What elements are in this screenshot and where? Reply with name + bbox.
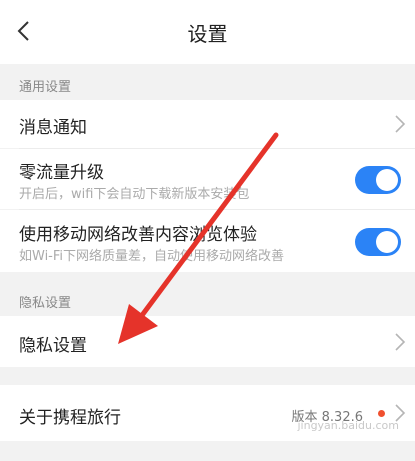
row-notifications[interactable]: 消息通知 bbox=[0, 100, 415, 148]
row-sublabel: 如Wi-Fi下网络质量差，自动使用移动网络改善 bbox=[19, 249, 285, 264]
section-title-general: 通用设置 bbox=[19, 80, 72, 95]
row-sublabel: 开启后，wifi下会自动下载新版本安装包 bbox=[19, 187, 250, 202]
toggle-knob bbox=[376, 169, 398, 191]
chevron-right-icon bbox=[395, 115, 406, 133]
row-mobile-network: 使用移动网络改善内容浏览体验 如Wi-Fi下网络质量差，自动使用移动网络改善 bbox=[0, 210, 415, 272]
zero-traffic-toggle[interactable] bbox=[355, 166, 401, 194]
row-privacy-settings[interactable]: 隐私设置 bbox=[0, 316, 415, 367]
top-bar: 设置 bbox=[0, 0, 415, 64]
row-label: 零流量升级 bbox=[19, 163, 104, 183]
row-label: 关于携程旅行 bbox=[19, 408, 121, 428]
update-badge-dot bbox=[378, 410, 385, 417]
row-label: 消息通知 bbox=[19, 118, 87, 138]
toggle-knob bbox=[376, 231, 398, 253]
chevron-right-icon bbox=[395, 333, 406, 351]
mobile-network-toggle[interactable] bbox=[355, 228, 401, 256]
row-label: 使用移动网络改善内容浏览体验 bbox=[19, 225, 257, 245]
row-label: 隐私设置 bbox=[19, 336, 87, 356]
row-about[interactable]: 关于携程旅行 版本 8.32.6 bbox=[0, 385, 415, 441]
section-title-privacy: 隐私设置 bbox=[19, 296, 72, 311]
watermark-text: jingyan.baidu.com bbox=[297, 419, 399, 432]
row-zero-traffic-upgrade: 零流量升级 开启后，wifi下会自动下载新版本安装包 bbox=[0, 149, 415, 209]
page-title: 设置 bbox=[187, 22, 228, 46]
